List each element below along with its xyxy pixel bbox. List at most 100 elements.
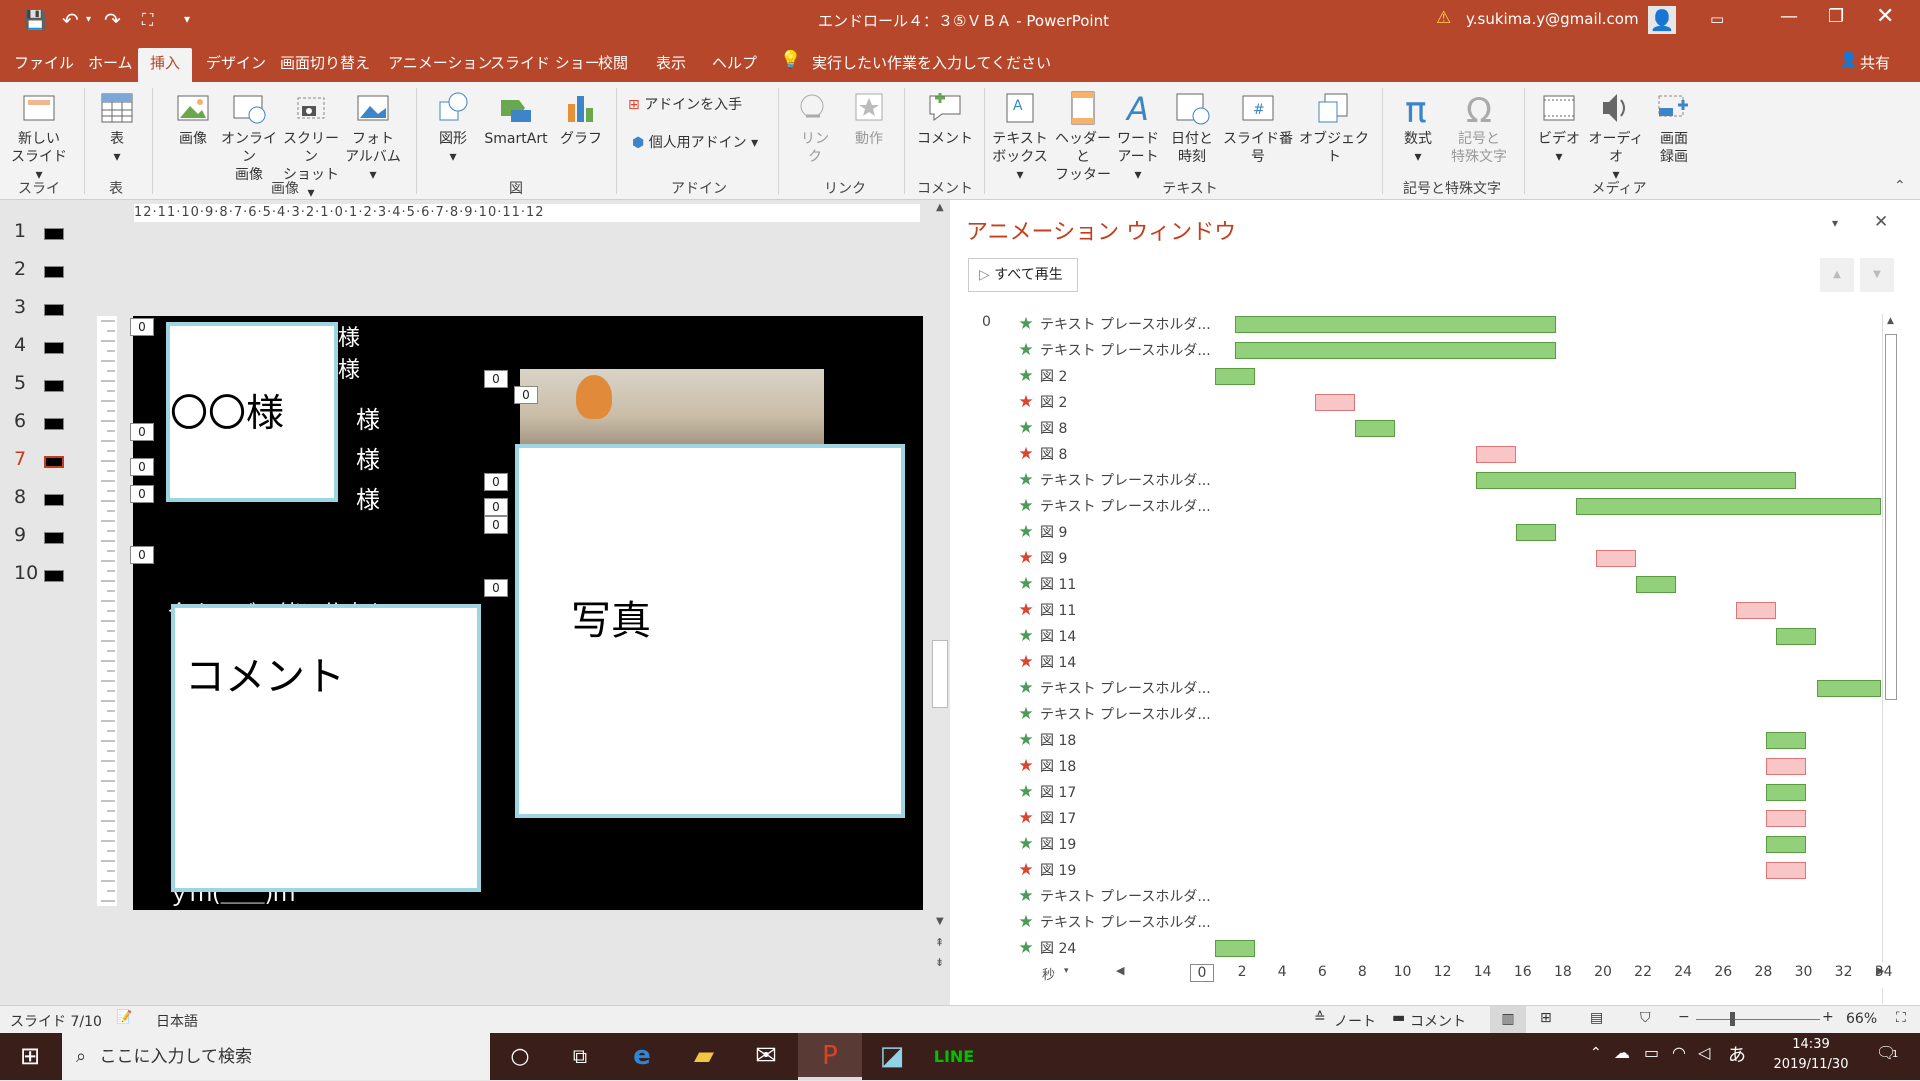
animation-item[interactable]: ★ 図 9 [1016, 519, 1536, 545]
slide-thumbnail[interactable] [44, 570, 64, 582]
share-button[interactable]: 共有 [1860, 52, 1890, 73]
new-slide-button[interactable]: 新しい スライド ▾ [8, 90, 70, 184]
pane-options-icon[interactable]: ▾ [1832, 216, 1838, 230]
tell-me-search[interactable]: 実行したい作業を入力してください [812, 52, 1051, 73]
thumbnail-number[interactable]: 8 [14, 486, 26, 508]
audio-button[interactable]: オーディオ ▾ [1584, 90, 1648, 184]
image-button[interactable]: 画像 [166, 90, 220, 148]
timeline-scroll-left-icon[interactable]: ◀ [1116, 964, 1124, 977]
normal-view-icon[interactable]: ▥ [1490, 1006, 1526, 1033]
ribbon-display-options-icon[interactable]: ▭ [1710, 10, 1724, 28]
ime-indicator[interactable]: あ [1728, 1041, 1746, 1067]
zoom-slider-handle[interactable] [1730, 1012, 1735, 1026]
timeline-bar[interactable] [1475, 472, 1797, 489]
line-icon[interactable]: LINE [924, 1033, 984, 1080]
timeline-bar[interactable] [1355, 420, 1396, 437]
thumbnail-number[interactable]: 3 [14, 296, 26, 318]
animation-item[interactable]: ★ 図 14 [1016, 623, 1536, 649]
powerpoint-taskbar-icon[interactable]: P [798, 1033, 862, 1080]
tab-design[interactable]: デザイン [206, 52, 266, 73]
timeline-bar[interactable] [1235, 316, 1556, 333]
tab-view[interactable]: 表示 [656, 52, 686, 73]
animation-item[interactable]: ★ テキスト プレースホルダ... [1016, 675, 1536, 701]
slide-thumbnail[interactable] [44, 342, 64, 354]
animation-item[interactable]: ★ 図 14 [1016, 649, 1536, 675]
zoom-level[interactable]: 66% [1846, 1011, 1877, 1027]
onedrive-icon[interactable]: ☁ [1614, 1043, 1630, 1062]
anim-tag[interactable]: 0 [130, 423, 154, 441]
timeline-bar[interactable] [1766, 758, 1807, 775]
tab-animations[interactable]: アニメーション [388, 52, 492, 73]
header-footer-button[interactable]: ヘッダーと フッター [1052, 90, 1114, 184]
slideshow-from-start-icon[interactable]: ⛶ [142, 10, 153, 30]
pane-scroll-thumb[interactable] [1885, 334, 1897, 700]
pane-scroll-up-icon[interactable]: ▲ [1887, 316, 1894, 326]
online-image-button[interactable]: オンライン 画像 [220, 90, 278, 184]
thumbnail-number[interactable]: 2 [14, 258, 26, 280]
collapse-ribbon-icon[interactable]: ⌃ [1894, 178, 1906, 194]
timeline-bar[interactable] [1475, 446, 1516, 463]
comment-placeholder-box[interactable]: コメント [171, 604, 481, 892]
windows-start-icon[interactable]: ⊞ [0, 1033, 60, 1080]
thumbnail-number[interactable]: 9 [14, 524, 26, 546]
anim-tag[interactable]: 0 [484, 473, 508, 491]
textbox-button[interactable]: A テキスト ボックス ▾ [990, 90, 1050, 184]
slide-thumbnail[interactable] [44, 456, 64, 468]
video-button[interactable]: ビデオ ▾ [1534, 90, 1584, 166]
animation-item[interactable]: ★ テキスト プレースホルダ... [1016, 493, 1536, 519]
scroll-thumb[interactable] [932, 640, 948, 708]
taskbar-search[interactable]: ⌕ ここに入力して検索 [62, 1033, 490, 1080]
animation-item[interactable]: ★ 図 18 [1016, 727, 1536, 753]
timeline-bar[interactable] [1766, 862, 1807, 879]
minimize-icon[interactable]: — [1780, 6, 1798, 27]
animation-item[interactable]: ★ 図 11 [1016, 597, 1536, 623]
anim-tag[interactable]: 0 [130, 458, 154, 476]
notes-button[interactable]: ノート [1334, 1011, 1376, 1031]
photo-album-button[interactable]: フォト アルバム ▾ [344, 90, 402, 184]
slide-thumbnail[interactable] [44, 494, 64, 506]
tab-file[interactable]: ファイル [14, 52, 74, 73]
animation-item[interactable]: ★ テキスト プレースホルダ... [1016, 883, 1536, 909]
timeline-bar[interactable] [1776, 628, 1817, 645]
zoom-out-icon[interactable]: − [1678, 1009, 1690, 1025]
anim-tag[interactable]: 0 [514, 386, 538, 404]
tab-review[interactable]: 校閲 [598, 52, 628, 73]
object-button[interactable]: オブジェクト [1298, 90, 1370, 166]
action-button[interactable]: 動作 [844, 90, 894, 148]
spellcheck-icon[interactable]: 📝 [116, 1010, 132, 1025]
animation-item[interactable]: ★ 図 24 [1016, 935, 1536, 961]
animation-item[interactable]: ★ 図 17 [1016, 779, 1536, 805]
move-down-button[interactable]: ▼ [1860, 258, 1894, 292]
get-addins-button[interactable]: ⊞ アドインを入手 [628, 96, 758, 114]
cortana-icon[interactable]: ○ [490, 1033, 550, 1080]
anim-tag[interactable]: 0 [484, 498, 508, 516]
equation-button[interactable]: π 数式 ▾ [1392, 90, 1444, 166]
timeline-bar[interactable] [1215, 940, 1256, 957]
anim-tag[interactable]: 0 [130, 485, 154, 503]
file-explorer-icon[interactable]: ▰ [674, 1033, 734, 1080]
comment-button[interactable]: コメント [914, 90, 976, 148]
timeline-bar[interactable] [1595, 550, 1637, 567]
fit-to-window-icon[interactable]: ⛶ [1896, 1010, 1906, 1026]
task-view-icon[interactable]: ⧉ [550, 1033, 610, 1080]
reading-view-icon[interactable]: ▤ [1590, 1010, 1603, 1026]
thumbnail-number[interactable]: 6 [14, 410, 26, 432]
timeline-bar[interactable] [1515, 524, 1556, 541]
thumbnail-number[interactable]: 4 [14, 334, 26, 356]
animation-item[interactable]: ★ テキスト プレースホルダ... [1016, 701, 1536, 727]
tab-home[interactable]: ホーム [88, 52, 133, 73]
my-addins-button[interactable]: ⬢ 個人用アドイン ▾ [632, 134, 772, 152]
photo-placeholder-box[interactable]: 写真 [515, 444, 905, 818]
restore-icon[interactable]: ❐ [1828, 6, 1844, 27]
shapes-button[interactable]: 図形 ▾ [426, 90, 480, 166]
scroll-down-icon[interactable]: ▼ [936, 916, 944, 927]
timeline-bar[interactable] [1766, 732, 1807, 749]
anim-tag[interactable]: 0 [130, 546, 154, 564]
avatar[interactable]: 👤 [1648, 6, 1676, 34]
timeline-bar[interactable] [1816, 680, 1881, 697]
scroll-up-icon[interactable]: ▲ [936, 202, 944, 213]
thumbnail-number[interactable]: 5 [14, 372, 26, 394]
tray-chevron-icon[interactable]: ⌃ [1590, 1045, 1602, 1061]
app-taskbar-icon[interactable]: ◪ [862, 1033, 922, 1080]
timeline-bar[interactable] [1235, 342, 1556, 359]
